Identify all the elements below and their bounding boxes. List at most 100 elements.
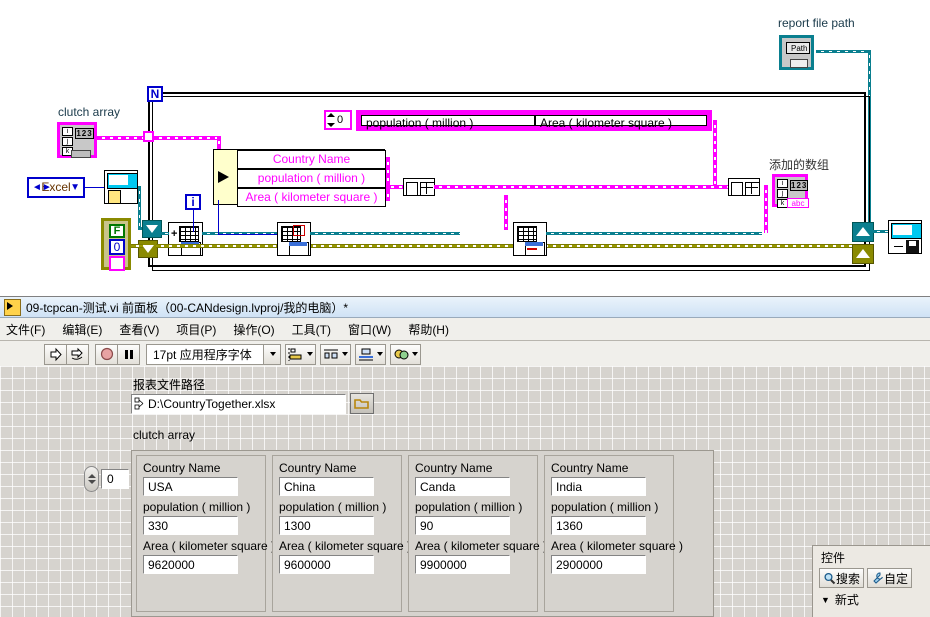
block-diagram[interactable]: report file path Path N i clutch array i…	[0, 0, 930, 295]
array-index-i: i	[62, 127, 73, 136]
palette-customize-button[interactable]: 自定	[867, 568, 913, 588]
cluster-field-population-3[interactable]: 1360	[551, 516, 646, 535]
distribute-objects-button[interactable]	[320, 343, 351, 365]
enum-dropdown-arrow: ▼	[70, 182, 80, 193]
wire-error-cluster	[131, 244, 143, 248]
loop-tunnel-array-in	[143, 131, 154, 142]
cluster-label-area-0: Area ( kilometer square )	[143, 539, 276, 553]
browse-folder-button[interactable]	[350, 393, 374, 414]
cluster-element-2[interactable]: Country Name Canda population ( million …	[408, 455, 547, 612]
cluster-field-country-0[interactable]: USA	[143, 477, 238, 496]
cluster-field-population-0[interactable]: 330	[143, 516, 238, 535]
cluster-const-numeric[interactable]: 0	[109, 239, 125, 255]
reorder-objects-button[interactable]	[390, 343, 421, 365]
array-elements-container[interactable]: Country Name USA population ( million ) …	[131, 450, 714, 617]
build-array-node-right[interactable]	[728, 178, 760, 196]
unbundle-row-area: Area ( kilometer square )	[237, 188, 386, 207]
cluster-const-boolean[interactable]: F	[109, 224, 125, 238]
unbundle-row-population: population ( million )	[237, 169, 386, 188]
cluster-field-country-3[interactable]: India	[551, 477, 646, 496]
added-array-indicator[interactable]: i j k 123 abc	[772, 174, 809, 208]
unbundle-row-country: Country Name	[237, 150, 386, 169]
search-icon	[824, 572, 836, 584]
toolbar[interactable]: 17pt 应用程序字体	[0, 341, 930, 368]
cluster-field-country-1[interactable]: China	[279, 477, 374, 496]
window-titlebar[interactable]: 09-tcpcan-测试.vi 前面板（00-CANdesign.lvproj/…	[0, 297, 930, 318]
menu-help[interactable]: 帮助(H)	[408, 321, 449, 338]
string-array-constant[interactable]: population ( million ) Area ( kilometer …	[356, 110, 712, 131]
cluster-field-area-3[interactable]: 2900000	[551, 555, 646, 574]
error-cluster-constant[interactable]: F 0	[101, 218, 131, 271]
menu-tools[interactable]: 工具(T)	[292, 321, 331, 338]
string-array-cell-0[interactable]: population ( million )	[361, 115, 535, 130]
report-path-control[interactable]: D:\CountryTogether.xlsx	[131, 393, 374, 414]
cluster-field-population-2[interactable]: 90	[415, 516, 510, 535]
palette-customize-label: 自定	[884, 571, 909, 586]
clutch-array-terminal[interactable]: i j k 123	[57, 122, 97, 158]
save-report-to-file-vi[interactable]	[888, 220, 922, 254]
menu-operate[interactable]: 操作(O)	[233, 321, 274, 338]
array-index-control[interactable]: 0	[84, 466, 129, 492]
menu-project[interactable]: 项目(P)	[176, 321, 216, 338]
cluster-const-string[interactable]	[109, 256, 125, 271]
loop-iteration-terminal[interactable]: i	[185, 194, 201, 210]
run-arrow-icon[interactable]	[44, 343, 67, 365]
append-table-to-report-vi[interactable]: +	[168, 222, 203, 256]
menu-edit[interactable]: 编辑(E)	[62, 321, 102, 338]
unbundle-by-name[interactable]: Country Name population ( million ) Area…	[213, 149, 386, 207]
cluster-element-3[interactable]: Country Name India population ( million …	[544, 455, 684, 612]
menu-window[interactable]: 窗口(W)	[348, 321, 391, 338]
loop-count-terminal[interactable]: N	[147, 86, 163, 102]
cluster-field-area-2[interactable]: 9900000	[415, 555, 510, 574]
front-panel-window[interactable]: 09-tcpcan-测试.vi 前面板（00-CANdesign.lvproj/…	[0, 296, 930, 617]
string-array-cell-1[interactable]: Area ( kilometer square )	[534, 115, 707, 130]
cluster-field-area-0[interactable]: 9620000	[143, 555, 238, 574]
report-path-field[interactable]: D:\CountryTogether.xlsx	[131, 393, 346, 414]
spinner-down-icon[interactable]	[87, 480, 96, 484]
palette-category-caret-icon[interactable]: ▼	[821, 595, 830, 605]
wrench-icon	[873, 572, 883, 584]
palette-buttons-row[interactable]: 搜索 自定	[813, 568, 930, 588]
align-objects-button[interactable]	[285, 343, 316, 365]
resize-objects-button[interactable]	[355, 343, 386, 365]
clutch-array-panel-label: clutch array	[133, 428, 196, 442]
wire-unbundle-out-h	[386, 185, 404, 189]
array-index-value[interactable]: 0	[101, 469, 129, 489]
new-report-vi[interactable]	[104, 170, 138, 204]
font-dropdown-arrow[interactable]	[264, 343, 281, 365]
palette-category-row[interactable]: ▼ 新式	[813, 591, 930, 608]
abort-execution-icon[interactable]	[95, 343, 118, 365]
string-array-index[interactable]: 0	[324, 110, 352, 130]
run-continuously-icon[interactable]	[66, 343, 89, 365]
cluster-label-population-2: population ( million )	[415, 500, 523, 514]
numeric-glyph: 123	[75, 128, 94, 139]
controls-palette[interactable]: 控件 搜索 自定 ▼ 新式	[812, 545, 930, 617]
clutch-array-label: clutch array	[58, 105, 121, 119]
spinner-up-icon[interactable]	[87, 474, 96, 478]
path-type-icon	[134, 397, 144, 409]
added-array-label: 添加的数组	[769, 158, 830, 172]
cluster-element-0[interactable]: Country Name USA population ( million ) …	[136, 455, 276, 612]
cluster-field-area-1[interactable]: 9600000	[279, 555, 374, 574]
wire-array-to-unbundle	[154, 136, 220, 140]
pause-icon[interactable]	[117, 343, 140, 365]
cluster-label-country-3: Country Name	[551, 461, 629, 475]
set-table-properties-vi[interactable]	[277, 222, 311, 256]
menu-bar[interactable]: 文件(F) 编辑(E) 查看(V) 项目(P) 操作(O) 工具(T) 窗口(W…	[0, 318, 930, 341]
front-panel-canvas[interactable]: 报表文件路径 D:\CountryTogether.xlsx clutch ar…	[0, 366, 930, 617]
report-file-path-terminal[interactable]: Path	[779, 35, 814, 70]
font-selector[interactable]: 17pt 应用程序字体	[146, 343, 264, 365]
loop-tunnel-report-out	[852, 222, 874, 242]
cluster-field-country-2[interactable]: Canda	[415, 477, 510, 496]
append-report-text-vi[interactable]	[513, 222, 547, 256]
array-index-spinner[interactable]	[84, 466, 99, 492]
cluster-element-1[interactable]: Country Name China population ( million …	[272, 455, 411, 612]
excel-enum-constant[interactable]: Excel ◄► ▼	[27, 177, 85, 198]
wire-into-added-array	[764, 185, 768, 233]
cluster-label-area-3: Area ( kilometer square )	[551, 539, 684, 553]
build-array-node[interactable]	[403, 178, 435, 196]
cluster-field-population-1[interactable]: 1300	[279, 516, 374, 535]
menu-file[interactable]: 文件(F)	[6, 321, 45, 338]
palette-search-button[interactable]: 搜索	[819, 568, 865, 588]
menu-view[interactable]: 查看(V)	[119, 321, 159, 338]
